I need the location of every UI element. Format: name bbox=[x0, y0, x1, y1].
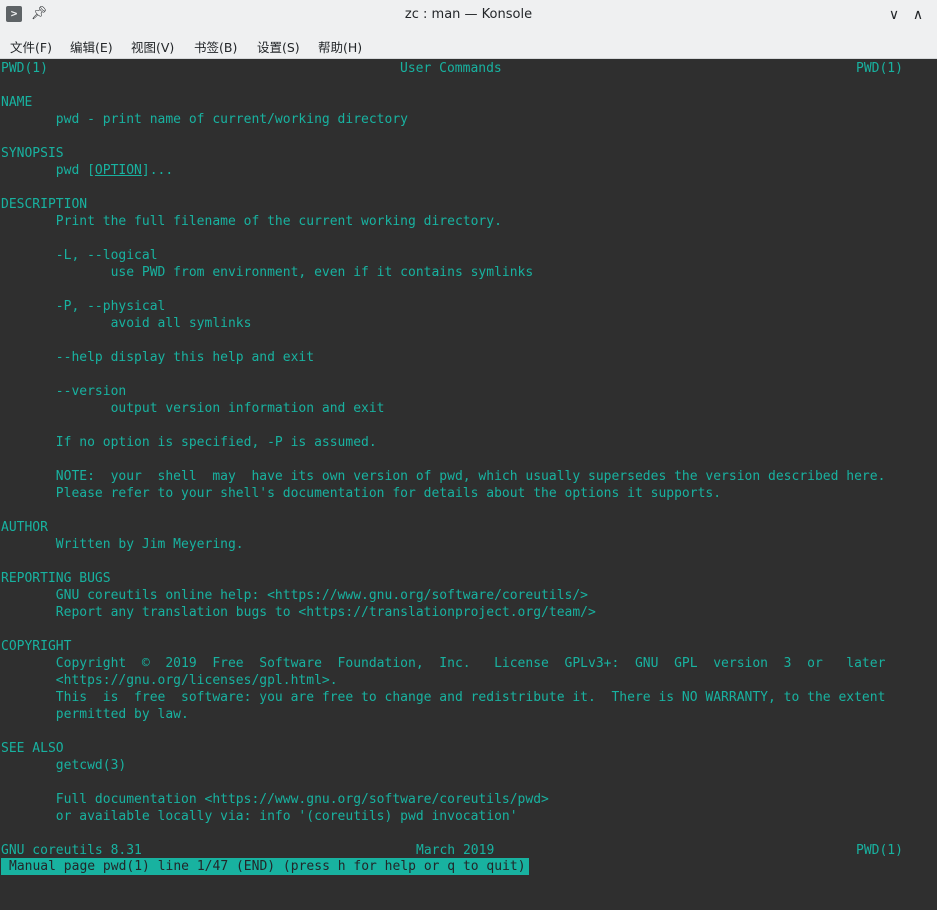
man-line: Please refer to your shell's documentati… bbox=[1, 486, 722, 501]
synopsis-post: ]... bbox=[141, 163, 174, 178]
man-line: NOTE: your shell may have its own versio… bbox=[1, 469, 886, 484]
synopsis-pre: pwd [ bbox=[1, 163, 95, 178]
man-footer-left: GNU coreutils 8.31 bbox=[1, 843, 142, 858]
man-line: getcwd(3) bbox=[1, 758, 127, 773]
man-line: If no option is specified, -P is assumed… bbox=[1, 435, 377, 450]
man-line: NAME bbox=[1, 95, 33, 110]
man-line: SYNOPSIS bbox=[1, 146, 64, 161]
man-line: output version information and exit bbox=[1, 401, 385, 416]
menu-bar: 文件(F) 编辑(E) 视图(V) 书签(B) 设置(S) 帮助(H) bbox=[0, 30, 937, 59]
man-footer-center: March 2019 bbox=[416, 843, 495, 858]
minimize-button[interactable]: ∨ bbox=[884, 5, 904, 25]
man-line: --version bbox=[1, 384, 127, 399]
man-header-right: PWD(1) bbox=[856, 61, 903, 76]
chevron-down-icon: ∨ bbox=[888, 7, 900, 23]
man-header-left: PWD(1) bbox=[1, 61, 48, 76]
man-line: Copyright © 2019 Free Software Foundatio… bbox=[1, 656, 886, 671]
man-line: DESCRIPTION bbox=[1, 197, 88, 212]
man-line: use PWD from environment, even if it con… bbox=[1, 265, 534, 280]
man-line: Full documentation <https://www.gnu.org/… bbox=[1, 792, 549, 807]
man-line: REPORTING BUGS bbox=[1, 571, 111, 586]
man-line: -P, --physical bbox=[1, 299, 166, 314]
chevron-up-icon: ∧ bbox=[912, 7, 924, 23]
window-title: zc : man — Konsole bbox=[404, 7, 533, 22]
menu-settings[interactable]: 设置(S) bbox=[257, 37, 300, 56]
man-line: Report any translation bugs to <https://… bbox=[1, 605, 596, 620]
man-footer-right: PWD(1) bbox=[856, 843, 903, 858]
man-line: COPYRIGHT bbox=[1, 639, 72, 654]
man-header-center: User Commands bbox=[400, 61, 502, 76]
man-line: SEE ALSO bbox=[1, 741, 64, 756]
title-bar: > 📌︎ zc : man — Konsole ∨ ∧ bbox=[0, 0, 937, 30]
man-line: --help display this help and exit bbox=[1, 350, 315, 365]
man-line: AUTHOR bbox=[1, 520, 48, 535]
man-line: avoid all symlinks bbox=[1, 316, 252, 331]
man-line: or available locally via: info '(coreuti… bbox=[1, 809, 518, 824]
menu-view[interactable]: 视图(V) bbox=[131, 37, 174, 56]
man-line: Written by Jim Meyering. bbox=[1, 537, 244, 552]
menu-help[interactable]: 帮助(H) bbox=[318, 37, 362, 56]
synopsis-line: pwd [OPTION]... bbox=[1, 162, 173, 179]
terminal-view[interactable]: PWD(1) User Commands PWD(1) pwd [OPTION]… bbox=[0, 59, 937, 910]
man-line: -L, --logical bbox=[1, 248, 158, 263]
menu-bookmarks[interactable]: 书签(B) bbox=[194, 37, 237, 56]
man-line: <https://gnu.org/licenses/gpl.html>. bbox=[1, 673, 338, 688]
man-line: Print the full filename of the current w… bbox=[1, 214, 502, 229]
pager-status-line: Manual page pwd(1) line 1/47 (END) (pres… bbox=[1, 858, 529, 875]
menu-edit[interactable]: 编辑(E) bbox=[70, 37, 113, 56]
man-line: permitted by law. bbox=[1, 707, 189, 722]
man-line: pwd - print name of current/working dire… bbox=[1, 112, 408, 127]
synopsis-option: OPTION bbox=[94, 163, 142, 178]
man-line: GNU coreutils online help: <https://www.… bbox=[1, 588, 588, 603]
man-line: This is free software: you are free to c… bbox=[1, 690, 886, 705]
menu-file[interactable]: 文件(F) bbox=[10, 37, 52, 56]
maximize-button[interactable]: ∧ bbox=[908, 5, 928, 25]
